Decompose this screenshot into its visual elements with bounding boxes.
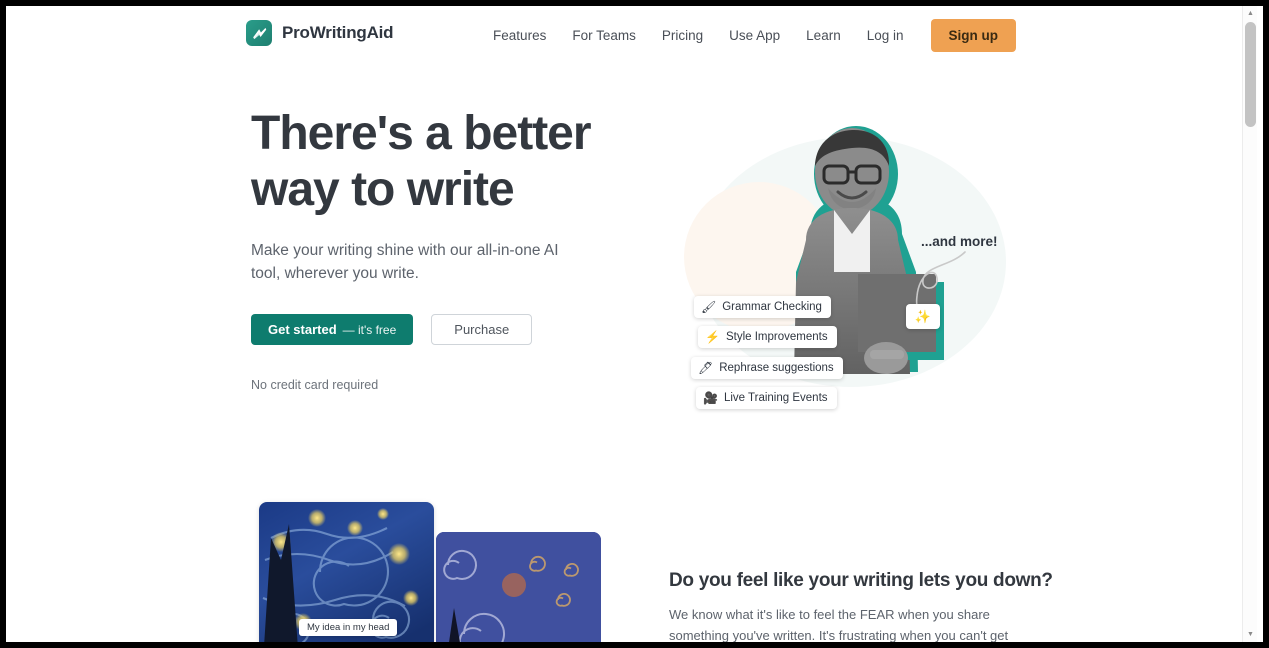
chip-label: Style Improvements [725, 331, 828, 343]
nav-log-in[interactable]: Log in [854, 21, 917, 51]
main-navigation: Features For Teams Pricing Use App Learn… [480, 19, 1016, 52]
writing-lets-you-down-section: My idea in my head Do you feel like your… [6, 492, 1257, 642]
pen-icon: 🖊 [698, 361, 714, 375]
scrollbar-thumb[interactable] [1245, 22, 1256, 127]
nav-features[interactable]: Features [480, 21, 559, 51]
before-after-images: My idea in my head [251, 502, 601, 642]
video-camera-icon: 🎥 [703, 391, 718, 405]
nav-for-teams[interactable]: For Teams [559, 21, 649, 51]
sign-up-button[interactable]: Sign up [930, 19, 1016, 52]
chip-label: Live Training Events [723, 392, 828, 404]
hero-section: There's a better way to write Make your … [6, 62, 1257, 492]
hero-subtitle: Make your writing shine with our all-in-… [251, 242, 559, 282]
and-more-label: ...and more! [921, 234, 998, 249]
nav-use-app[interactable]: Use App [716, 21, 793, 51]
nav-learn[interactable]: Learn [793, 21, 854, 51]
hero-copy: There's a better way to write Make your … [251, 106, 641, 392]
page-scrollbar[interactable]: ▲ ▼ [1242, 6, 1257, 642]
site-logo[interactable]: ProWritingAid [246, 20, 394, 46]
purchase-button[interactable]: Purchase [431, 314, 533, 345]
hero-footnote: No credit card required [251, 378, 379, 392]
get-started-label: Get started [268, 322, 337, 337]
lightning-icon: ⚡ [705, 330, 720, 344]
chip-live-training-events: 🎥 Live Training Events [696, 387, 837, 409]
chip-rephrase-suggestions: 🖊 Rephrase suggestions [691, 357, 843, 379]
section2-heading: Do you feel like your writing lets you d… [669, 570, 1053, 591]
chip-label: Grammar Checking [722, 301, 822, 313]
curved-pointer-line-icon [915, 251, 966, 311]
site-header: ProWritingAid Features For Teams Pricing… [6, 6, 1257, 62]
prowritingaid-book-logo-icon [246, 20, 272, 46]
chip-grammar-checking: 🖌 Grammar Checking [694, 296, 831, 318]
sparkle-badge: ✨ [906, 304, 940, 329]
scroll-down-arrow-icon[interactable]: ▼ [1243, 627, 1257, 642]
hero-illustration: 🖌 Grammar Checking ⚡ Style Improvements … [666, 112, 1026, 442]
browser-window: ProWritingAid Features For Teams Pricing… [6, 6, 1263, 642]
hero-cta-group: Get started — it's free Purchase [251, 314, 641, 345]
logo-wordmark: ProWritingAid [282, 23, 394, 42]
sparkle-icon: ✨ [914, 308, 932, 324]
nav-pricing[interactable]: Pricing [649, 21, 716, 51]
chip-label: Rephrase suggestions [719, 362, 834, 374]
brush-icon: 🖌 [701, 300, 717, 314]
get-started-note: — it's free [342, 322, 397, 337]
section2-copy: Do you feel like your writing lets you d… [669, 570, 1053, 642]
page-viewport: ProWritingAid Features For Teams Pricing… [6, 6, 1257, 642]
scroll-up-arrow-icon[interactable]: ▲ [1243, 6, 1257, 21]
section2-body: We know what it's like to feel the FEAR … [669, 607, 1009, 642]
page-title: There's a better way to write [251, 107, 592, 216]
image-caption: My idea in my head [299, 619, 398, 636]
chip-style-improvements: ⚡ Style Improvements [698, 326, 837, 348]
sketch-version-image [436, 532, 601, 642]
get-started-button[interactable]: Get started — it's free [251, 314, 414, 345]
